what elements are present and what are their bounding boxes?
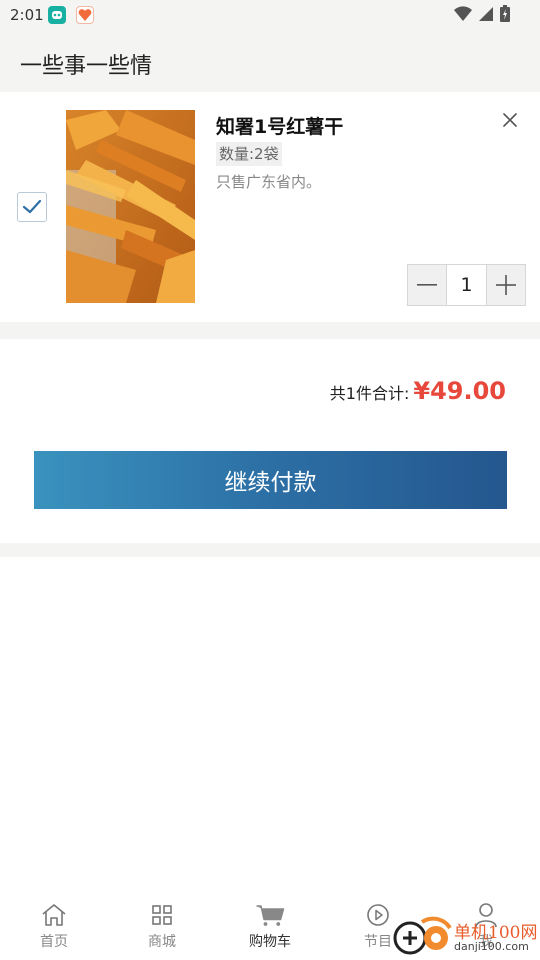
product-image[interactable] [66, 110, 195, 303]
quantity-value[interactable]: 1 [446, 265, 487, 305]
total-row: 共1件合计: ¥49.00 [330, 377, 506, 405]
cart-item: 知署1号红薯干 数量:2袋 只售广东省内。 1 [0, 92, 540, 322]
cart-icon [255, 900, 285, 930]
battery-icon [500, 5, 510, 26]
plus-icon [496, 275, 516, 295]
remove-item-button[interactable] [500, 110, 520, 130]
app-notification-icon [48, 6, 66, 24]
watermark-url: danji100.com [454, 940, 529, 953]
total-label: 共1件合计: [329, 384, 410, 403]
section-divider [0, 322, 540, 339]
decrease-button[interactable] [408, 265, 446, 305]
item-checkbox[interactable] [17, 192, 47, 222]
nav-item-cart[interactable]: 购物车 [216, 890, 324, 960]
page-title: 一些事一些情 [20, 54, 153, 79]
nav-label: 商城 [148, 934, 176, 950]
product-name[interactable]: 知署1号红薯干 [216, 112, 343, 139]
close-icon [503, 113, 517, 127]
grid-icon [147, 900, 177, 930]
play-icon [363, 900, 393, 930]
nav-item-mall[interactable]: 商城 [108, 890, 216, 960]
continue-payment-button[interactable]: 继续付款 [34, 451, 507, 509]
watermark: 单机100网 danji100.com [392, 914, 540, 960]
nav-label: 节目 [364, 934, 392, 950]
watermark-logo-icon [393, 916, 452, 955]
signal-icon [478, 6, 494, 26]
order-summary: 共1件合计: ¥49.00 继续付款 [0, 339, 540, 543]
total-price: ¥49.00 [413, 377, 506, 405]
home-icon [39, 900, 69, 930]
heart-app-icon [76, 6, 94, 24]
spec-badge: 数量:2袋 [216, 142, 282, 166]
product-note: 只售广东省内。 [216, 173, 322, 191]
section-divider [0, 543, 540, 557]
wifi-icon [454, 5, 472, 26]
minus-icon [417, 284, 437, 286]
status-time: 2:01 [10, 6, 44, 24]
nav-label: 首页 [40, 934, 68, 950]
nav-label: 购物车 [249, 934, 291, 950]
nav-item-home[interactable]: 首页 [0, 890, 108, 960]
title-bar: 一些事一些情 [0, 30, 540, 92]
quantity-stepper: 1 [407, 264, 526, 306]
status-bar: 2:01 [0, 0, 540, 30]
check-icon [22, 199, 42, 214]
status-indicators [454, 5, 510, 26]
increase-button[interactable] [487, 265, 525, 305]
